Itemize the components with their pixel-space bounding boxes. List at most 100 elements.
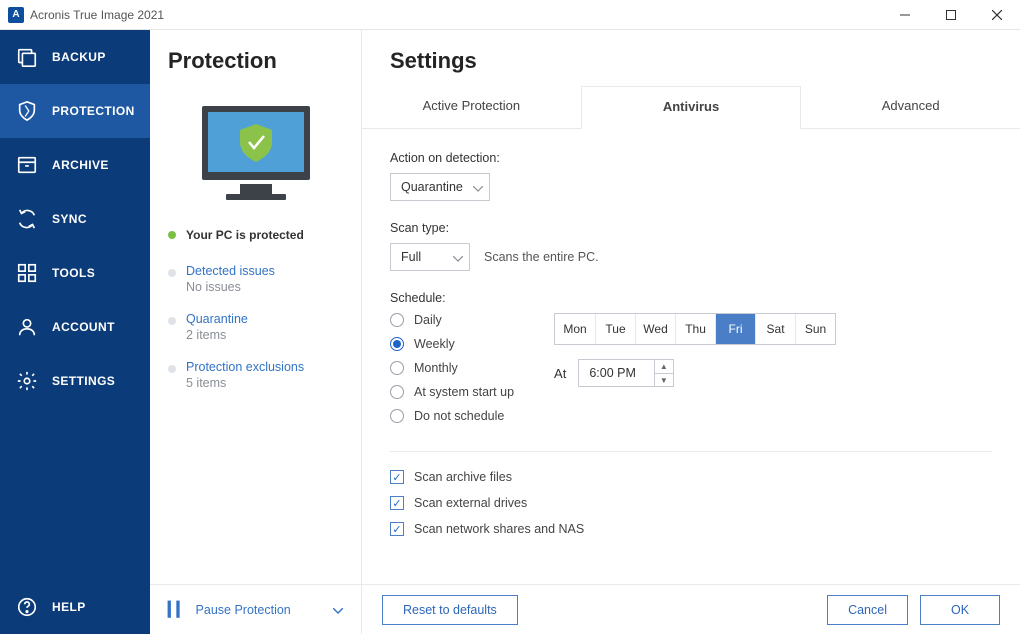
tabs: Active Protection Antivirus Advanced <box>362 86 1020 129</box>
sidebar-item-backup[interactable]: BACKUP <box>0 30 150 84</box>
radio-daily[interactable]: Daily <box>390 313 514 327</box>
scan-type-hint: Scans the entire PC. <box>484 250 599 264</box>
radio-at-system-start-up[interactable]: At system start up <box>390 385 514 399</box>
sidebar-item-sync[interactable]: SYNC <box>0 192 150 246</box>
reset-button[interactable]: Reset to defaults <box>382 595 518 625</box>
check-label: Scan archive files <box>414 470 512 484</box>
day-tue[interactable]: Tue <box>595 314 635 344</box>
radio-label: Weekly <box>414 337 455 351</box>
cancel-button[interactable]: Cancel <box>827 595 908 625</box>
schedule-label: Schedule: <box>390 291 992 305</box>
time-label: At <box>554 366 566 381</box>
tab-advanced[interactable]: Advanced <box>801 86 1020 128</box>
sidebar-item-label: SETTINGS <box>52 374 115 388</box>
radio-label: Daily <box>414 313 442 327</box>
sidebar-item-settings[interactable]: SETTINGS <box>0 354 150 408</box>
time-input[interactable]: 6:00 PM ▲ ▼ <box>578 359 674 387</box>
radio-icon <box>390 313 404 327</box>
radio-label: Do not schedule <box>414 409 504 423</box>
day-fri[interactable]: Fri <box>715 314 755 344</box>
panel-link-quarantine: Quarantine 2 items <box>150 312 361 360</box>
gear-icon <box>16 370 38 392</box>
day-sat[interactable]: Sat <box>755 314 795 344</box>
link-exclusions[interactable]: Protection exclusions <box>186 360 304 374</box>
sidebar-item-protection[interactable]: PROTECTION <box>0 84 150 138</box>
sidebar-item-label: PROTECTION <box>52 104 135 118</box>
sidebar-item-tools[interactable]: TOOLS <box>0 246 150 300</box>
divider <box>390 451 992 452</box>
shield-icon <box>16 100 38 122</box>
protection-panel: Protection Your PC is protected Detected… <box>150 30 362 634</box>
action-value: Quarantine <box>401 180 463 194</box>
day-mon[interactable]: Mon <box>555 314 595 344</box>
status-dot-icon <box>168 231 176 239</box>
radio-label: Monthly <box>414 361 458 375</box>
radio-icon <box>390 337 404 351</box>
tools-icon <box>16 262 38 284</box>
scan-type-label: Scan type: <box>390 221 992 235</box>
time-up-button[interactable]: ▲ <box>655 359 673 373</box>
scan-type-value: Full <box>401 250 421 264</box>
checkbox-scan-external-drives[interactable]: ✓ Scan external drives <box>390 496 992 510</box>
ok-button[interactable]: OK <box>920 595 1000 625</box>
title-bar-left: A Acronis True Image 2021 <box>8 7 164 23</box>
sidebar: BACKUP PROTECTION ARCHIVE SYNC TOOLS <box>0 30 150 634</box>
status-row: Your PC is protected <box>150 228 361 264</box>
archive-icon <box>16 154 38 176</box>
day-sun[interactable]: Sun <box>795 314 835 344</box>
panel-title: Protection <box>150 30 361 74</box>
chevron-down-icon <box>333 602 343 617</box>
sync-icon <box>16 208 38 230</box>
check-label: Scan external drives <box>414 496 527 510</box>
schedule-radio-group: Daily Weekly Monthly At system start up Do n… <box>390 313 514 423</box>
link-detected-issues[interactable]: Detected issues <box>186 264 275 278</box>
sidebar-item-help[interactable]: HELP <box>0 580 150 634</box>
day-wed[interactable]: Wed <box>635 314 675 344</box>
radio-label: At system start up <box>414 385 514 399</box>
action-label: Action on detection: <box>390 151 992 165</box>
tab-active-protection[interactable]: Active Protection <box>362 86 581 128</box>
checkbox-scan-network-shares-and-nas[interactable]: ✓Scan network shares and NAS <box>390 522 992 536</box>
pause-protection-button[interactable]: ▎▎ Pause Protection <box>150 584 361 634</box>
title-bar: A Acronis True Image 2021 <box>0 0 1020 30</box>
link-quarantine[interactable]: Quarantine <box>186 312 248 326</box>
chevron-down-icon <box>453 251 463 265</box>
tab-antivirus[interactable]: Antivirus <box>581 86 802 129</box>
minimize-button[interactable] <box>882 0 928 30</box>
panel-link-detected-issues: Detected issues No issues <box>150 264 361 312</box>
action-select[interactable]: Quarantine <box>390 173 490 201</box>
radio-monthly[interactable]: Monthly <box>390 361 514 375</box>
app-logo-icon: A <box>8 7 24 23</box>
bullet-icon <box>168 317 176 325</box>
maximize-button[interactable] <box>928 0 974 30</box>
checkbox-scan-archive-files[interactable]: ✓Scan archive files <box>390 470 992 484</box>
pause-icon: ▎▎ <box>168 601 186 618</box>
settings-content: Settings Active Protection Antivirus Adv… <box>362 30 1020 634</box>
check-label: Scan network shares and NAS <box>414 522 584 536</box>
help-icon <box>16 596 38 618</box>
radio-do-not-schedule[interactable]: Do not schedule <box>390 409 514 423</box>
link-sub: 2 items <box>186 328 248 342</box>
sidebar-item-account[interactable]: ACCOUNT <box>0 300 150 354</box>
close-button[interactable] <box>974 0 1020 30</box>
bullet-icon <box>168 269 176 277</box>
footer: Reset to defaults Cancel OK <box>362 584 1020 634</box>
radio-icon <box>390 361 404 375</box>
monitor-graphic <box>150 102 361 206</box>
day-thu[interactable]: Thu <box>675 314 715 344</box>
time-value: 6:00 PM <box>579 366 654 380</box>
status-text: Your PC is protected <box>186 228 304 242</box>
time-down-button[interactable]: ▼ <box>655 373 673 387</box>
app-title: Acronis True Image 2021 <box>30 8 164 22</box>
sidebar-item-archive[interactable]: ARCHIVE <box>0 138 150 192</box>
window-buttons <box>882 0 1020 30</box>
radio-weekly[interactable]: Weekly <box>390 337 514 351</box>
check-icon: ✓ <box>390 496 404 510</box>
sidebar-item-label: TOOLS <box>52 266 95 280</box>
link-sub: No issues <box>186 280 275 294</box>
chevron-down-icon <box>473 181 483 195</box>
radio-icon <box>390 409 404 423</box>
panel-link-exclusions: Protection exclusions 5 items <box>150 360 361 408</box>
sidebar-item-label: ACCOUNT <box>52 320 115 334</box>
scan-type-select[interactable]: Full <box>390 243 470 271</box>
